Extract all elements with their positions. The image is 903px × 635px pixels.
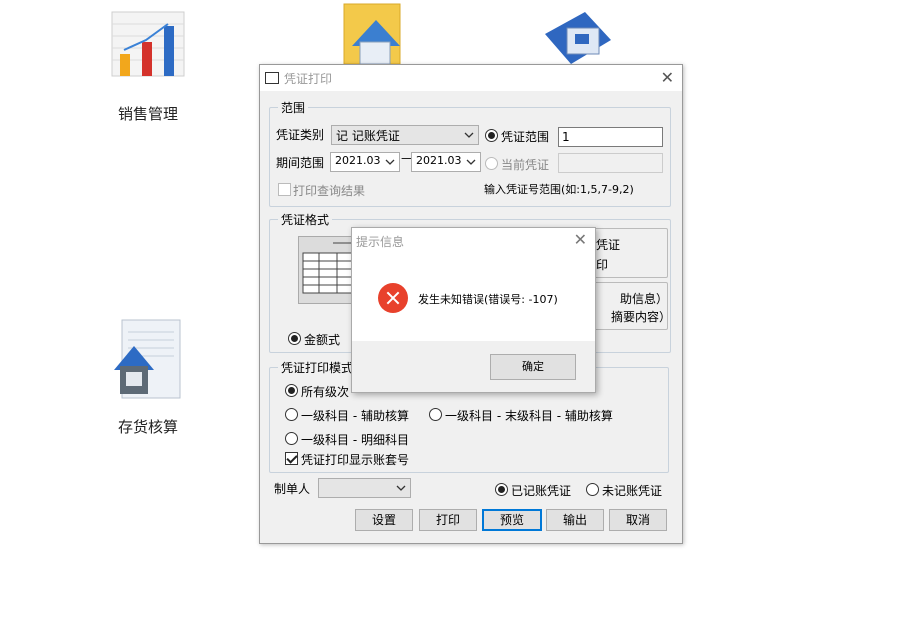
close-icon[interactable]: ✕ [661, 68, 674, 87]
period-label: 期间范围 [276, 156, 325, 170]
cancel-button[interactable]: 取消 [609, 509, 667, 531]
current-voucher-input [558, 153, 663, 173]
maker-label: 制单人 [274, 482, 311, 496]
desktop-icon-inventory[interactable]: 存货核算 [88, 316, 208, 440]
format-option-2-line-1: 助信息） [620, 292, 669, 306]
current-voucher-label: 当前凭证 [501, 158, 550, 172]
first-aux-label: 一级科目 - 辅助核算 [301, 409, 409, 423]
app-icon [265, 72, 279, 84]
voucher-range-input[interactable]: 1 [558, 127, 663, 147]
maker-select[interactable] [318, 478, 411, 498]
ok-button[interactable]: 确定 [490, 354, 576, 380]
desktop-icon-sales[interactable]: 销售管理 [88, 8, 208, 128]
period-to-select[interactable]: 2021.03 [411, 152, 481, 172]
dialog-titlebar[interactable]: 凭证打印 ✕ [260, 65, 682, 91]
current-voucher-radio[interactable] [485, 157, 498, 170]
dialog-title: 凭证打印 [284, 72, 333, 86]
period-from-select[interactable]: 2021.03 [330, 152, 400, 172]
first-detail-radio[interactable] [285, 432, 298, 445]
range-group-title: 范围 [278, 99, 309, 116]
print-mode-title: 凭证打印模式 [278, 359, 357, 376]
voucher-type-value: 记 记账凭证 [336, 129, 400, 143]
voucher-type-label: 凭证类别 [276, 128, 325, 142]
popup-title: 提示信息 [356, 235, 405, 249]
period-from-value: 2021.03 [335, 154, 381, 167]
format-group-title: 凭证格式 [278, 211, 333, 228]
print-query-label: 打印查询结果 [293, 184, 366, 198]
desktop-icon-label: 销售管理 [117, 105, 178, 123]
amount-style-radio[interactable] [288, 332, 301, 345]
first-aux-radio[interactable] [285, 408, 298, 421]
close-icon[interactable]: ✕ [574, 230, 587, 249]
inventory-house-icon [114, 319, 181, 399]
error-message: 发生未知错误(错误号: -107) [418, 293, 558, 306]
print-query-checkbox[interactable] [278, 183, 291, 196]
popup-footer: 确定 [352, 341, 595, 392]
format-option-1-line-1: 凭证 [596, 238, 621, 252]
format-preview-image [298, 236, 358, 304]
voucher-range-radio[interactable] [485, 129, 498, 142]
period-to-value: 2021.03 [416, 154, 462, 167]
desktop-icon-folder[interactable] [310, 0, 430, 64]
error-popup: 提示信息 ✕ 发生未知错误(错误号: -107) 确定 [351, 227, 596, 393]
posted-label: 已记账凭证 [511, 484, 572, 498]
first-last-aux-label: 一级科目 - 末级科目 - 辅助核算 [445, 409, 613, 423]
bar-chart-icon [111, 11, 185, 77]
first-last-aux-radio[interactable] [429, 408, 442, 421]
chevron-down-icon [464, 132, 474, 138]
monitor-icon [545, 12, 611, 64]
settings-button[interactable]: 设置 [355, 509, 413, 531]
first-detail-label: 一级科目 - 明细科目 [301, 433, 409, 447]
range-group: 范围 凭证类别 记 记账凭证 凭证范围 1 期间范围 2021.03 — 202… [269, 99, 671, 207]
chevron-down-icon [466, 159, 476, 165]
desktop-icon-monitor[interactable] [515, 0, 635, 64]
folder-home-icon [343, 3, 401, 64]
unposted-label: 未记账凭证 [602, 484, 663, 498]
error-icon [378, 283, 408, 313]
format-option-1-line-2: 印 [596, 258, 609, 272]
desktop-icon-label: 存货核算 [117, 418, 178, 436]
voucher-range-hint: 输入凭证号范围(如:1,5,7-9,2) [484, 183, 634, 196]
table-icon [302, 242, 356, 294]
chevron-down-icon [385, 159, 395, 165]
print-button[interactable]: 打印 [419, 509, 477, 531]
all-levels-radio[interactable] [285, 384, 298, 397]
show-account-set-label: 凭证打印显示账套号 [301, 453, 410, 467]
export-button[interactable]: 输出 [546, 509, 604, 531]
voucher-type-select[interactable]: 记 记账凭证 [331, 125, 479, 145]
unposted-radio[interactable] [586, 483, 599, 496]
voucher-range-label: 凭证范围 [501, 130, 550, 144]
show-account-set-checkbox[interactable] [285, 452, 298, 465]
amount-style-label: 金额式 [304, 333, 341, 347]
preview-button[interactable]: 预览 [482, 509, 542, 531]
chevron-down-icon [396, 485, 406, 491]
format-option-2-line-2: 摘要内容） [611, 310, 672, 324]
all-levels-label: 所有级次 [301, 385, 350, 399]
posted-radio[interactable] [495, 483, 508, 496]
